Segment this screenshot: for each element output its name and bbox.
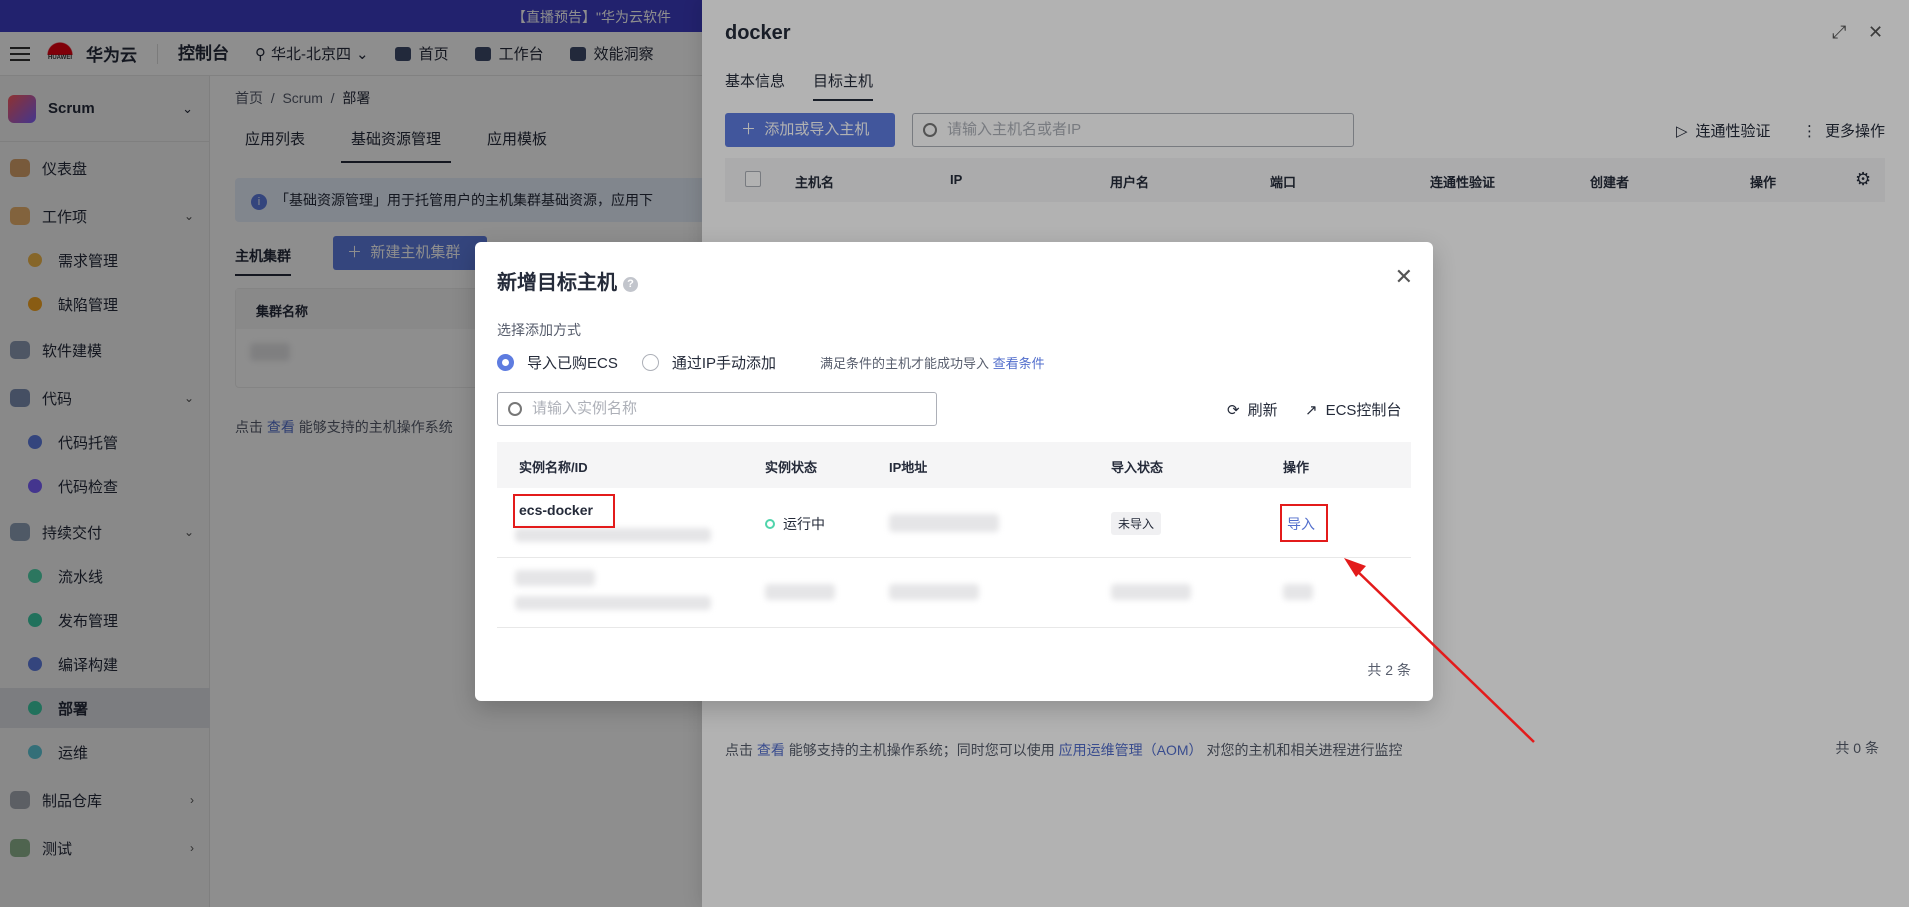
column-header: 操作: [1283, 460, 1310, 475]
refresh-button[interactable]: ⟳ 刷新: [1227, 399, 1278, 420]
add-method-label: 选择添加方式: [497, 322, 581, 338]
radio-manual-ip-label[interactable]: 通过IP手动添加: [672, 352, 776, 373]
radio-import-ecs[interactable]: [497, 354, 514, 371]
column-header: 实例名称/ID: [519, 460, 588, 475]
radio-manual-ip[interactable]: [641, 354, 659, 371]
condition-text: 满足条件的主机才能成功导入 查看条件: [820, 353, 1045, 372]
import-status-badge: 未导入: [1111, 512, 1162, 535]
dialog-title-text: 新增目标主机: [497, 272, 617, 294]
condition-hint: 满足条件的主机才能成功导入: [820, 356, 990, 371]
refresh-label: 刷新: [1247, 402, 1278, 419]
table-row: [497, 558, 1411, 628]
ecs-console-label: ECS控制台: [1325, 402, 1402, 419]
column-header: 导入状态: [1111, 460, 1164, 475]
column-header: 实例状态: [765, 460, 818, 475]
instance-table: 实例名称/ID 实例状态 IP地址 导入状态 操作 ecs-docker 运行中…: [497, 442, 1411, 628]
column-header: IP地址: [889, 460, 928, 475]
redacted-instance-name: [515, 570, 595, 586]
running-status-icon: [765, 519, 775, 529]
add-target-host-dialog: 新增目标主机? ✕ 选择添加方式 导入已购ECS 通过IP手动添加 满足条件的主…: [475, 242, 1433, 701]
view-condition-link[interactable]: 查看条件: [993, 356, 1045, 371]
redacted-import-status: [1111, 584, 1191, 600]
redacted-instance-id: [515, 528, 711, 542]
annotation-box: [513, 494, 615, 528]
dialog-title: 新增目标主机?: [497, 266, 638, 295]
close-icon[interactable]: ✕: [1395, 264, 1413, 290]
redacted-ip: [889, 584, 979, 600]
instance-status: 运行中: [765, 514, 825, 534]
refresh-icon: ⟳: [1227, 401, 1240, 419]
search-icon: [508, 402, 522, 416]
modal-total-count: 共 2 条: [1367, 662, 1411, 678]
table-row: ecs-docker 运行中 未导入 导入: [497, 488, 1411, 558]
instance-search-input[interactable]: 请输入实例名称: [497, 392, 937, 426]
status-text: 运行中: [783, 516, 825, 532]
search-placeholder: 请输入实例名称: [532, 400, 638, 417]
ecs-console-link[interactable]: ↗ ECS控制台: [1305, 399, 1401, 420]
redacted-status: [765, 584, 835, 600]
redacted-ip: [889, 514, 999, 532]
help-icon[interactable]: ?: [623, 277, 638, 292]
add-method-radio-group: 导入已购ECS 通过IP手动添加 满足条件的主机才能成功导入 查看条件: [497, 352, 1045, 373]
radio-import-ecs-label[interactable]: 导入已购ECS: [527, 352, 618, 373]
instance-table-header: 实例名称/ID 实例状态 IP地址 导入状态 操作: [497, 442, 1411, 488]
redacted-instance-id: [515, 596, 711, 610]
annotation-box: [1280, 504, 1328, 542]
external-link-icon: ↗: [1305, 401, 1318, 419]
redacted-action: [1283, 584, 1313, 600]
